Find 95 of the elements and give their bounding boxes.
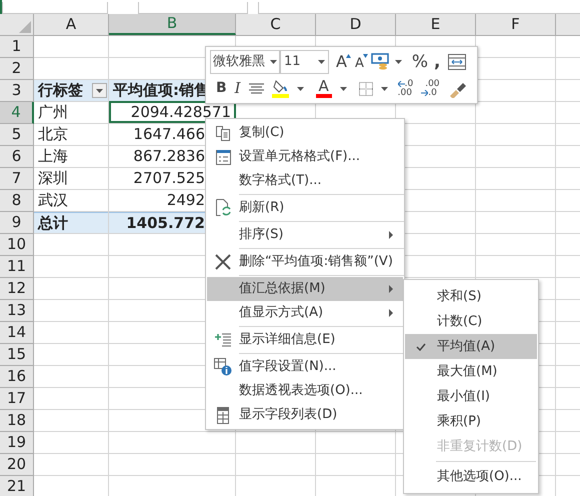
- delete-icon: [215, 254, 231, 270]
- row-header[interactable]: 12: [0, 278, 34, 300]
- decrease-decimal-button[interactable]: .00 .0: [421, 80, 440, 98]
- cell-text: 867.2836: [133, 146, 205, 168]
- submenu-item[interactable]: 最大值(M): [405, 359, 537, 384]
- submenu-item[interactable]: 求和(S): [405, 284, 537, 309]
- caret-icon[interactable]: [340, 86, 347, 91]
- bold-button[interactable]: B: [216, 78, 227, 100]
- row-header[interactable]: 4: [0, 102, 34, 124]
- submenu-item[interactable]: 乘积(P): [405, 409, 537, 434]
- submenu-arrow-icon: [389, 309, 393, 317]
- field-list-icon: [217, 406, 229, 424]
- row-header[interactable]: 7: [0, 168, 34, 190]
- cell-text: 武汉: [37, 190, 68, 212]
- row-header[interactable]: 11: [0, 256, 34, 278]
- cell-text: 2707.525: [133, 168, 205, 190]
- cell-text: 上海: [37, 146, 68, 168]
- row-header[interactable]: 21: [0, 476, 34, 496]
- cell-text: 深圳: [37, 168, 68, 190]
- column-header[interactable]: C: [236, 14, 316, 35]
- table-cell: 1405.772: [109, 212, 205, 233]
- row-header[interactable]: 18: [0, 410, 34, 432]
- menu-item[interactable]: 删除“平均值项:销售额”(V): [207, 250, 403, 274]
- caret-icon[interactable]: [380, 86, 388, 91]
- filter-dropdown-button[interactable]: [92, 83, 107, 98]
- add-detail-icon: [215, 333, 231, 347]
- row-header[interactable]: 14: [0, 322, 34, 344]
- align-center-icon[interactable]: [248, 82, 264, 95]
- caret-icon[interactable]: [270, 60, 277, 64]
- cell-text: 北京: [37, 124, 68, 146]
- caret-icon[interactable]: [318, 60, 325, 64]
- format-cells-icon: [216, 149, 230, 165]
- row-header[interactable]: 3: [0, 80, 34, 102]
- menu-item[interactable]: 显示详细信息(E): [207, 328, 403, 352]
- row-header[interactable]: 13: [0, 300, 34, 322]
- row-header[interactable]: 8: [0, 190, 34, 212]
- row-header[interactable]: 1: [0, 36, 34, 58]
- increase-decimal-button[interactable]: .0 .00: [398, 80, 414, 98]
- percent-button[interactable]: %: [412, 54, 428, 71]
- row-header[interactable]: 2: [0, 58, 34, 80]
- corner-triangle-icon: [19, 21, 31, 33]
- submenu-item[interactable]: 平均值(A): [405, 334, 537, 359]
- row-header[interactable]: 17: [0, 388, 34, 410]
- row-header[interactable]: 15: [0, 344, 34, 366]
- wrap-text-icon[interactable]: [448, 54, 466, 70]
- font-color-button[interactable]: A: [316, 79, 332, 98]
- submenu-item[interactable]: 最小值(I): [405, 384, 537, 409]
- menu-item[interactable]: 设置单元格格式(F)...: [207, 145, 403, 169]
- row-header[interactable]: 10: [0, 234, 34, 256]
- copy-icon: [215, 125, 231, 141]
- menu-item[interactable]: 值显示方式(A): [207, 301, 403, 325]
- cell-text: 广州: [37, 102, 68, 124]
- row-header[interactable]: 20: [0, 454, 34, 476]
- submenu-arrow-icon: [389, 285, 393, 293]
- italic-button[interactable]: I: [234, 77, 241, 100]
- row-header[interactable]: 16: [0, 366, 34, 388]
- submenu-item[interactable]: 计数(C): [405, 309, 537, 334]
- menu-item[interactable]: 值汇总依据(M): [207, 277, 403, 301]
- menu-item[interactable]: 数字格式(T)...: [207, 169, 403, 193]
- left-arrow-icon: [398, 81, 405, 88]
- menu-item[interactable]: 复制(C): [207, 121, 403, 145]
- comma-button[interactable]: ,: [434, 54, 440, 71]
- row-header[interactable]: 6: [0, 146, 34, 168]
- menu-item[interactable]: 值字段设置(N)...: [207, 355, 403, 379]
- submenu-arrow-icon: [389, 231, 393, 239]
- row-header[interactable]: 9: [0, 212, 34, 234]
- row-header[interactable]: 5: [0, 124, 34, 146]
- column-header[interactable]: B: [109, 14, 236, 35]
- decrease-font-size-button[interactable]: A: [354, 57, 365, 70]
- column-header[interactable]: E: [396, 14, 476, 35]
- borders-icon[interactable]: [358, 82, 373, 96]
- caret-icon[interactable]: [394, 60, 402, 64]
- field-settings-icon: [214, 358, 232, 376]
- row-header[interactable]: 19: [0, 432, 34, 454]
- menu-item[interactable]: 数据透视表选项(O)...: [207, 379, 403, 403]
- cell-text: 1647.466: [133, 124, 205, 146]
- font-size-dropdown[interactable]: 11: [280, 50, 329, 74]
- accounting-format-icon[interactable]: [370, 53, 389, 72]
- right-arrow-icon: [421, 90, 428, 96]
- column-header[interactable]: D: [316, 14, 396, 35]
- increase-font-size-button[interactable]: A: [335, 54, 348, 70]
- cell-text: 2492: [166, 190, 205, 212]
- caret-icon[interactable]: [296, 86, 304, 91]
- menu-item[interactable]: 显示字段列表(D): [207, 403, 403, 427]
- selected-cell[interactable]: 2094.428571: [109, 101, 236, 123]
- cell-text: 行标签: [36, 80, 83, 102]
- submenu-item[interactable]: 其他选项(O)...: [405, 464, 537, 489]
- caret-icon[interactable]: [96, 88, 103, 92]
- fill-color-icon[interactable]: [272, 80, 289, 98]
- column-header[interactable]: F: [476, 14, 556, 35]
- menu-item[interactable]: 排序(S): [207, 223, 403, 247]
- font-name-dropdown[interactable]: 微软雅黑: [210, 50, 280, 74]
- menu-item[interactable]: 刷新(R): [207, 196, 403, 220]
- cell-text: 总计: [36, 212, 68, 234]
- refresh-icon: [215, 199, 231, 217]
